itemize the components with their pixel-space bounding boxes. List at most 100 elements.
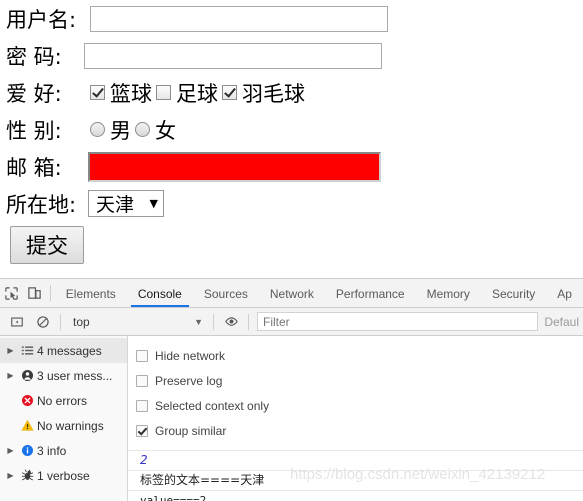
warning-icon	[17, 419, 37, 432]
gender-label: 性 别:	[6, 118, 62, 143]
filterbar-divider-2	[213, 313, 214, 330]
form-row-city: 所在地: 天津 ▼	[0, 185, 583, 222]
verbose-bug-icon	[17, 469, 37, 482]
gender-option-male[interactable]: 男	[90, 115, 135, 145]
username-input[interactable]	[90, 5, 388, 32]
tab-elements[interactable]: Elements	[55, 280, 127, 307]
label-group-similar: Group similar	[155, 423, 227, 438]
label-selected-context-only: Selected context only	[155, 398, 270, 413]
toolbar-divider	[49, 285, 51, 301]
gender-radio-male[interactable]	[90, 122, 105, 137]
email-input[interactable]	[88, 151, 381, 182]
city-select[interactable]: 天津 ▼	[88, 190, 164, 217]
context-selector[interactable]: top ▼	[65, 315, 209, 329]
error-icon	[17, 394, 37, 407]
hobby-label: 爱 好:	[6, 81, 62, 106]
chevron-right-icon[interactable]: ▶	[4, 371, 17, 380]
device-toolbar-icon[interactable]	[23, 280, 46, 306]
label-preserve-log: Preserve log	[155, 373, 223, 388]
filter-preserve-log[interactable]: Preserve log	[136, 368, 583, 393]
console-message[interactable]: 标签的文本====天津	[128, 470, 583, 490]
password-label: 密 码:	[6, 44, 62, 69]
hobby-label-basketball: 篮球	[110, 81, 152, 106]
tab-sources[interactable]: Sources	[193, 280, 259, 307]
label-hide-network: Hide network	[155, 348, 226, 363]
checkbox-preserve-log[interactable]	[136, 374, 148, 387]
console-settings-filters: Hide network Preserve log Selected conte…	[128, 336, 583, 443]
form-row-password: 密 码:	[0, 37, 583, 74]
gender-label-female: 女	[155, 118, 176, 143]
sidebar-toggle-icon[interactable]	[4, 309, 30, 335]
live-expression-icon[interactable]	[218, 309, 244, 335]
email-label: 邮 箱:	[6, 155, 62, 180]
sidebar-item-user-messages[interactable]: ▶ 3 user mess...	[0, 363, 127, 388]
form-row-hobby: 爱 好: 篮球 足球 羽毛球	[0, 74, 583, 111]
filter-selected-context-only[interactable]: Selected context only	[136, 393, 583, 418]
sidebar-label-user-messages: 3 user mess...	[37, 368, 113, 383]
sidebar-item-verbose[interactable]: ▶ 1 verbose	[0, 463, 127, 488]
console-message[interactable]: 2	[128, 450, 583, 470]
console-output-area: Hide network Preserve log Selected conte…	[128, 336, 583, 501]
city-select-value: 天津	[96, 194, 135, 216]
sidebar-label-warnings: No warnings	[37, 418, 104, 433]
web-page-content: 用户名: 密 码: 爱 好: 篮球 足球 羽毛球 性 别: 男 女 邮 箱: 所…	[0, 0, 583, 278]
password-input[interactable]	[84, 42, 382, 69]
sidebar-label-messages: 4 messages	[37, 343, 102, 358]
sidebar-item-messages[interactable]: ▶ 4 messages	[0, 338, 127, 363]
checkbox-group-similar[interactable]	[136, 424, 148, 437]
sidebar-label-errors: No errors	[37, 393, 88, 408]
tab-network[interactable]: Network	[259, 280, 325, 307]
gender-label-male: 男	[110, 118, 131, 143]
inspect-element-icon[interactable]	[0, 280, 23, 306]
info-icon	[17, 444, 37, 457]
sidebar-label-verbose: 1 verbose	[37, 468, 90, 483]
filterbar-divider-1	[60, 313, 61, 330]
username-label: 用户名:	[6, 7, 77, 32]
user-icon	[17, 369, 37, 382]
filter-hide-network[interactable]: Hide network	[136, 343, 583, 368]
submit-button[interactable]: 提交	[10, 226, 84, 264]
console-filter-bar: top ▼ Defaul	[0, 308, 583, 336]
tab-application[interactable]: Ap	[546, 280, 583, 307]
city-label: 所在地:	[6, 192, 77, 217]
console-sidebar: ▶ 4 messages ▶ 3 user mess... No errors …	[0, 336, 128, 501]
chevron-down-icon: ▼	[194, 316, 203, 327]
hobby-checkbox-basketball[interactable]	[90, 85, 105, 100]
tab-console[interactable]: Console	[127, 280, 193, 307]
hobby-label-football: 足球	[176, 81, 218, 106]
tab-security[interactable]: Security	[481, 280, 546, 307]
tab-memory[interactable]: Memory	[416, 280, 481, 307]
console-message-text: 标签的文本====天津	[140, 473, 265, 487]
checkbox-hide-network[interactable]	[136, 349, 148, 362]
chevron-right-icon[interactable]: ▶	[4, 471, 17, 480]
filterbar-divider-3	[248, 313, 249, 330]
sidebar-item-warnings[interactable]: ▶ No warnings	[0, 413, 127, 438]
chevron-right-icon[interactable]: ▶	[4, 346, 17, 355]
hobby-checkbox-football[interactable]	[156, 85, 171, 100]
devtools-tabbar: Elements Console Sources Network Perform…	[0, 279, 583, 308]
hobby-label-badminton: 羽毛球	[242, 81, 305, 106]
console-message-list: 2 标签的文本====天津 value====2	[128, 450, 583, 501]
clear-console-icon[interactable]	[30, 309, 56, 335]
chevron-right-icon[interactable]: ▶	[4, 446, 17, 455]
console-body: ▶ 4 messages ▶ 3 user mess... No errors …	[0, 336, 583, 501]
sidebar-item-info[interactable]: ▶ 3 info	[0, 438, 127, 463]
devtools-panel: Elements Console Sources Network Perform…	[0, 278, 583, 501]
form-row-username: 用户名:	[0, 0, 583, 37]
form-row-email: 邮 箱:	[0, 148, 583, 185]
gender-radio-female[interactable]	[135, 122, 150, 137]
gender-option-female[interactable]: 女	[135, 115, 180, 145]
form-row-gender: 性 别: 男 女	[0, 111, 583, 148]
tab-performance[interactable]: Performance	[325, 280, 416, 307]
sidebar-item-errors[interactable]: ▶ No errors	[0, 388, 127, 413]
checkbox-selected-context-only[interactable]	[136, 399, 148, 412]
filter-input[interactable]	[257, 312, 539, 331]
hobby-checkbox-badminton[interactable]	[222, 85, 237, 100]
hobby-option-football[interactable]: 足球	[156, 78, 222, 108]
hobby-option-badminton[interactable]: 羽毛球	[222, 78, 309, 108]
console-message[interactable]: value====2	[128, 490, 583, 501]
console-message-text: 2	[140, 453, 148, 467]
filter-group-similar[interactable]: Group similar	[136, 418, 583, 443]
log-levels-selector[interactable]: Defaul	[544, 315, 583, 329]
hobby-option-basketball[interactable]: 篮球	[90, 78, 156, 108]
